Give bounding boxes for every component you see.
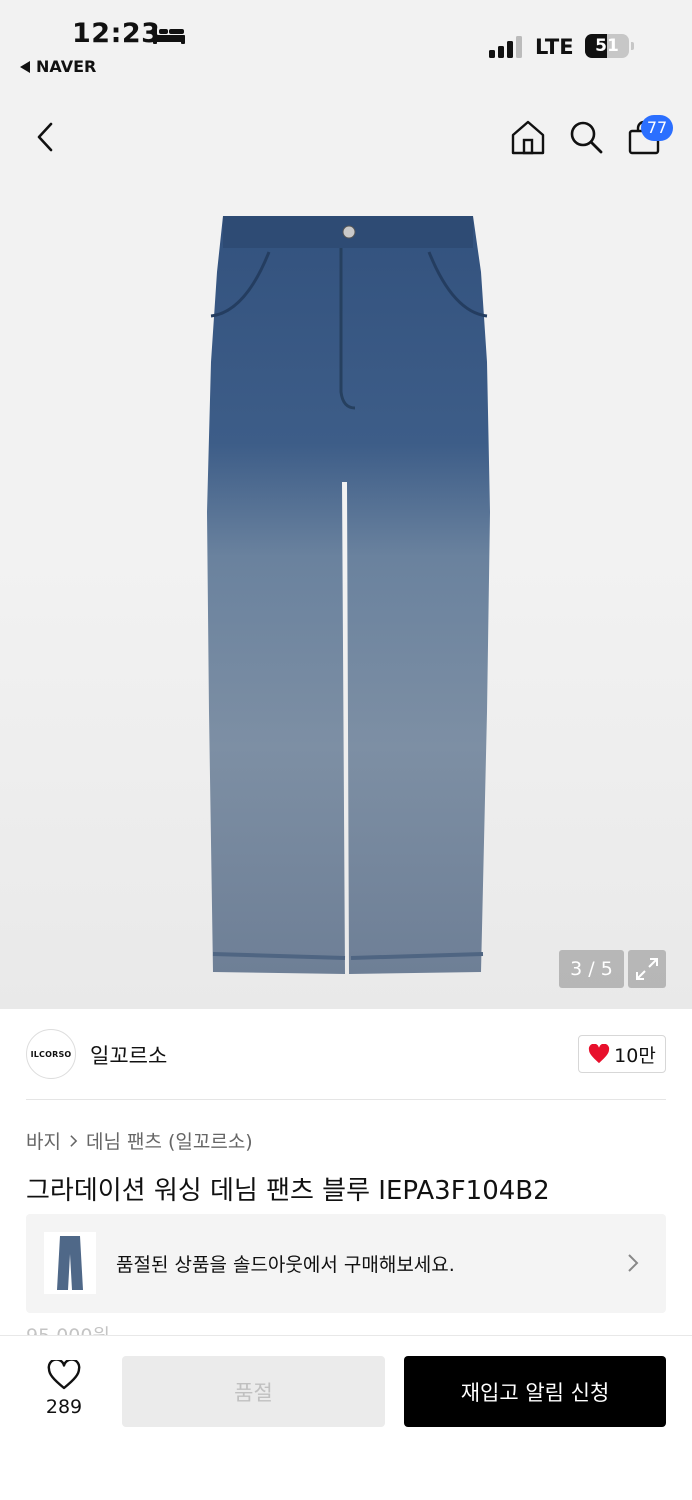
network-type: LTE xyxy=(535,35,574,59)
brand-like-button[interactable]: 10만 xyxy=(578,1035,666,1073)
soldout-market-banner[interactable]: 품절된 상품을 솔드아웃에서 구매해보세요. xyxy=(26,1214,666,1313)
heart-outline-icon xyxy=(47,1358,81,1390)
restock-alert-button[interactable]: 재입고 알림 신청 xyxy=(404,1356,666,1427)
breadcrumb-item-category[interactable]: 바지 xyxy=(26,1127,61,1154)
brand-like-count: 10만 xyxy=(614,1044,656,1067)
back-to-app-link[interactable]: NAVER xyxy=(20,57,96,76)
heart-filled-icon xyxy=(589,1044,610,1064)
wish-count: 289 xyxy=(45,1396,83,1418)
back-icon[interactable] xyxy=(34,120,56,154)
wish-button[interactable]: 289 xyxy=(40,1358,88,1418)
brand-name[interactable]: 일꼬르소 xyxy=(90,1040,167,1070)
search-icon[interactable] xyxy=(567,118,605,156)
bottom-action-bar: 289 품절 재입고 알림 신청 xyxy=(0,1335,692,1500)
status-bar: 12:23 NAVER LTE 51 xyxy=(0,0,692,92)
cellular-signal-icon xyxy=(489,36,522,58)
product-title: 그라데이션 워싱 데님 팬츠 블루 IEPA3F104B2 xyxy=(26,1176,550,1206)
image-pager: 3 / 5 xyxy=(559,950,624,988)
battery-level: 51 xyxy=(595,36,619,56)
chevron-right-icon xyxy=(628,1254,639,1272)
soldout-button[interactable]: 품절 xyxy=(122,1356,385,1427)
banner-text: 품절된 상품을 솔드아웃에서 구매해보세요. xyxy=(116,1254,455,1276)
status-time: 12:23 xyxy=(72,18,161,49)
expand-icon xyxy=(636,958,658,980)
chevron-right-icon xyxy=(70,1134,78,1147)
breadcrumb-item-subcategory[interactable]: 데님 팬츠 (일꼬르소) xyxy=(86,1127,253,1154)
home-icon[interactable] xyxy=(509,118,547,156)
cart-count-badge: 77 xyxy=(641,115,673,141)
back-app-label: NAVER xyxy=(36,57,97,76)
banner-thumbnail xyxy=(44,1232,96,1294)
battery-icon: 51 xyxy=(585,34,635,59)
fullscreen-button[interactable] xyxy=(628,950,666,988)
brand-logo[interactable]: ILCORSO xyxy=(26,1029,76,1079)
brand-logo-text: ILCORSO xyxy=(30,1049,72,1059)
breadcrumb: 바지 데님 팬츠 (일꼬르소) xyxy=(26,1127,253,1154)
sleep-focus-icon xyxy=(153,26,185,44)
divider xyxy=(26,1099,666,1100)
back-triangle-icon xyxy=(20,60,30,73)
product-image[interactable] xyxy=(205,212,495,984)
